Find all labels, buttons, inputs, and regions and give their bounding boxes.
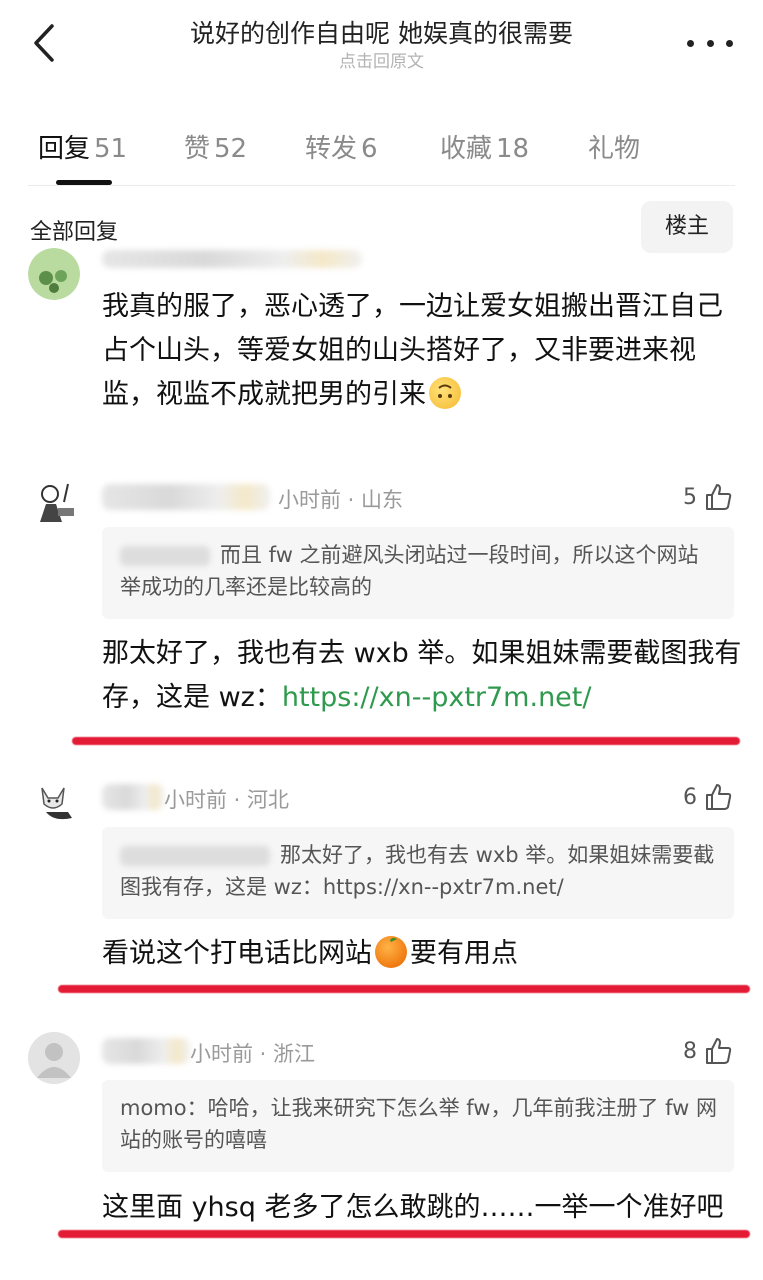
back-to-original-link[interactable]: 点击回原文 xyxy=(0,47,763,72)
quoted-reply[interactable]: momo：哈哈，让我来研究下怎么举 fw，几年前我注册了 fw 网站的账号的嘻嘻 xyxy=(102,1080,734,1172)
avatar[interactable] xyxy=(28,1032,80,1084)
comment-meta: 小时前 · 河北 xyxy=(164,788,290,812)
tab-reposts[interactable]: 转发 6 xyxy=(305,128,378,165)
comment-meta: 小时前 · 浙江 xyxy=(190,1042,316,1066)
highlight-underline xyxy=(58,1230,750,1238)
more-options-icon[interactable] xyxy=(687,36,733,50)
tab-replies[interactable]: 回复 51 xyxy=(38,128,127,165)
like-button[interactable]: 6 xyxy=(683,782,733,812)
blurred-username xyxy=(102,484,270,510)
top-bar: 说好的创作自由呢 她娱真的很需要 点击回原文 xyxy=(0,0,763,90)
like-button[interactable]: 8 xyxy=(683,1036,733,1066)
tab-favorites[interactable]: 收藏 18 xyxy=(440,128,529,165)
tab-gifts[interactable]: 礼物 xyxy=(588,128,644,165)
blurred-username xyxy=(102,784,164,810)
comment-body: 这里面 yhsq 老多了怎么敢跳的……一举一个准好吧 xyxy=(102,1192,724,1223)
comment-meta: 小时前 · 山东 xyxy=(278,488,404,512)
thumbs-up-icon xyxy=(706,1038,732,1064)
divider xyxy=(28,185,735,186)
comment-body: 看说这个打电话比网站 要有用点 xyxy=(102,936,518,969)
quoted-reply[interactable]: 那太好了，我也有去 wxb 举。如果姐妹需要截图我有存，这是 wz：https:… xyxy=(102,827,734,919)
thumbs-up-icon xyxy=(706,784,732,810)
avatar[interactable] xyxy=(28,478,80,530)
comment-body: 那太好了，我也有去 wxb 举。如果姐妹需要截图我有存，这是 wz：https:… xyxy=(102,638,742,713)
page-title[interactable]: 说好的创作自由呢 她娱真的很需要 xyxy=(0,14,763,50)
thumbs-up-icon xyxy=(706,484,732,510)
highlight-underline xyxy=(72,737,740,745)
blurred-quoted-username xyxy=(120,546,210,566)
all-replies-label[interactable]: 全部回复 xyxy=(30,214,118,246)
like-button[interactable]: 5 xyxy=(683,482,733,512)
blurred-quoted-username xyxy=(120,846,270,866)
blurred-username xyxy=(102,1038,190,1064)
tab-likes[interactable]: 赞 52 xyxy=(184,128,247,165)
comment-body: 我真的服了，恶心透了，一边让爱女姐搬出晋江自己占个山头，等爱女姐的山头搭好了，又… xyxy=(102,291,723,410)
quoted-reply[interactable]: 而且 fw 之前避风头闭站过一段时间，所以这个网站举成功的几率还是比较高的 xyxy=(102,527,734,619)
orange-icon xyxy=(375,936,407,968)
tab-bar: 回复 51 赞 52 转发 6 收藏 18 礼物 xyxy=(0,118,763,188)
avatar[interactable] xyxy=(28,778,80,830)
blurred-username xyxy=(102,250,362,268)
op-only-button[interactable]: 楼主 xyxy=(641,201,733,253)
upside-down-face-icon xyxy=(429,377,461,409)
filter-row: 全部回复 楼主 xyxy=(0,198,763,258)
comment-link[interactable]: https://xn--pxtr7m.net/ xyxy=(282,682,592,713)
avatar[interactable] xyxy=(28,248,80,300)
highlight-underline xyxy=(58,985,750,993)
